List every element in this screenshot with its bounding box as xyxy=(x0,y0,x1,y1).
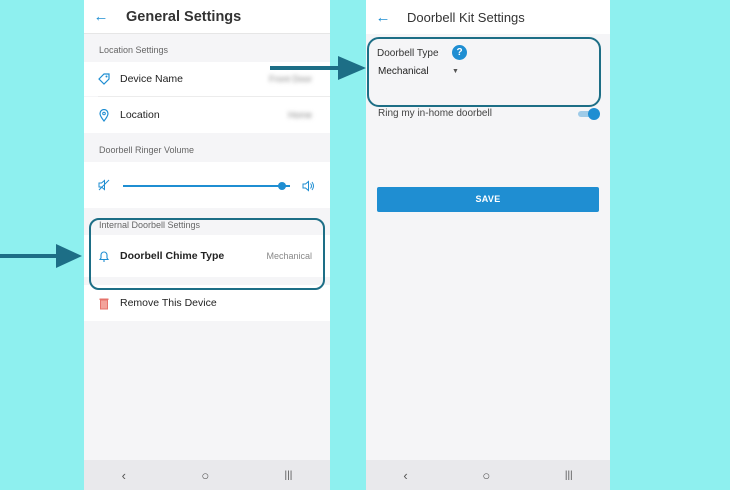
map-pin-icon xyxy=(98,108,120,122)
remove-device-row[interactable]: Remove This Device xyxy=(84,285,330,321)
location-label: Location xyxy=(120,109,160,121)
volume-high-icon xyxy=(302,179,316,197)
trash-icon xyxy=(98,297,120,310)
device-name-label: Device Name xyxy=(120,73,184,85)
arrow-right-icon xyxy=(270,56,366,80)
page-title: General Settings xyxy=(126,8,242,25)
section-label-volume: Doorbell Ringer Volume xyxy=(99,145,195,155)
location-row[interactable]: Location Home xyxy=(84,97,330,133)
ring-in-home-toggle[interactable] xyxy=(578,108,600,120)
arrow-right-icon xyxy=(0,244,82,268)
volume-mute-icon xyxy=(98,179,120,191)
toggle-knob xyxy=(588,108,600,120)
nav-recents-icon[interactable]: ||| xyxy=(565,470,573,481)
nav-back-icon[interactable]: ‹ xyxy=(403,468,407,483)
page-title: Doorbell Kit Settings xyxy=(407,9,525,25)
nav-recents-icon[interactable]: ||| xyxy=(285,470,293,481)
nav-home-icon[interactable]: ○ xyxy=(201,468,209,483)
nav-back-icon[interactable]: ‹ xyxy=(122,468,126,483)
volume-row xyxy=(84,162,330,208)
remove-device-label: Remove This Device xyxy=(120,297,217,309)
nav-home-icon[interactable]: ○ xyxy=(482,468,490,483)
highlight-chime-type xyxy=(89,218,325,290)
volume-slider-knob[interactable] xyxy=(277,182,286,190)
ring-in-home-label: Ring my in-home doorbell xyxy=(378,108,492,119)
system-nav-bar: ‹ ○ ||| xyxy=(366,460,610,490)
save-button[interactable]: SAVE xyxy=(377,187,599,212)
system-nav-bar: ‹ ○ ||| xyxy=(84,460,330,490)
highlight-doorbell-type xyxy=(367,37,601,107)
volume-slider[interactable] xyxy=(123,182,290,190)
back-arrow-icon[interactable]: ← xyxy=(86,8,116,25)
app-bar: ← General Settings xyxy=(84,0,330,34)
tag-icon xyxy=(98,73,120,85)
app-bar: ← Doorbell Kit Settings xyxy=(366,0,610,34)
location-value: Home xyxy=(287,110,312,120)
back-arrow-icon[interactable]: ← xyxy=(368,9,398,26)
